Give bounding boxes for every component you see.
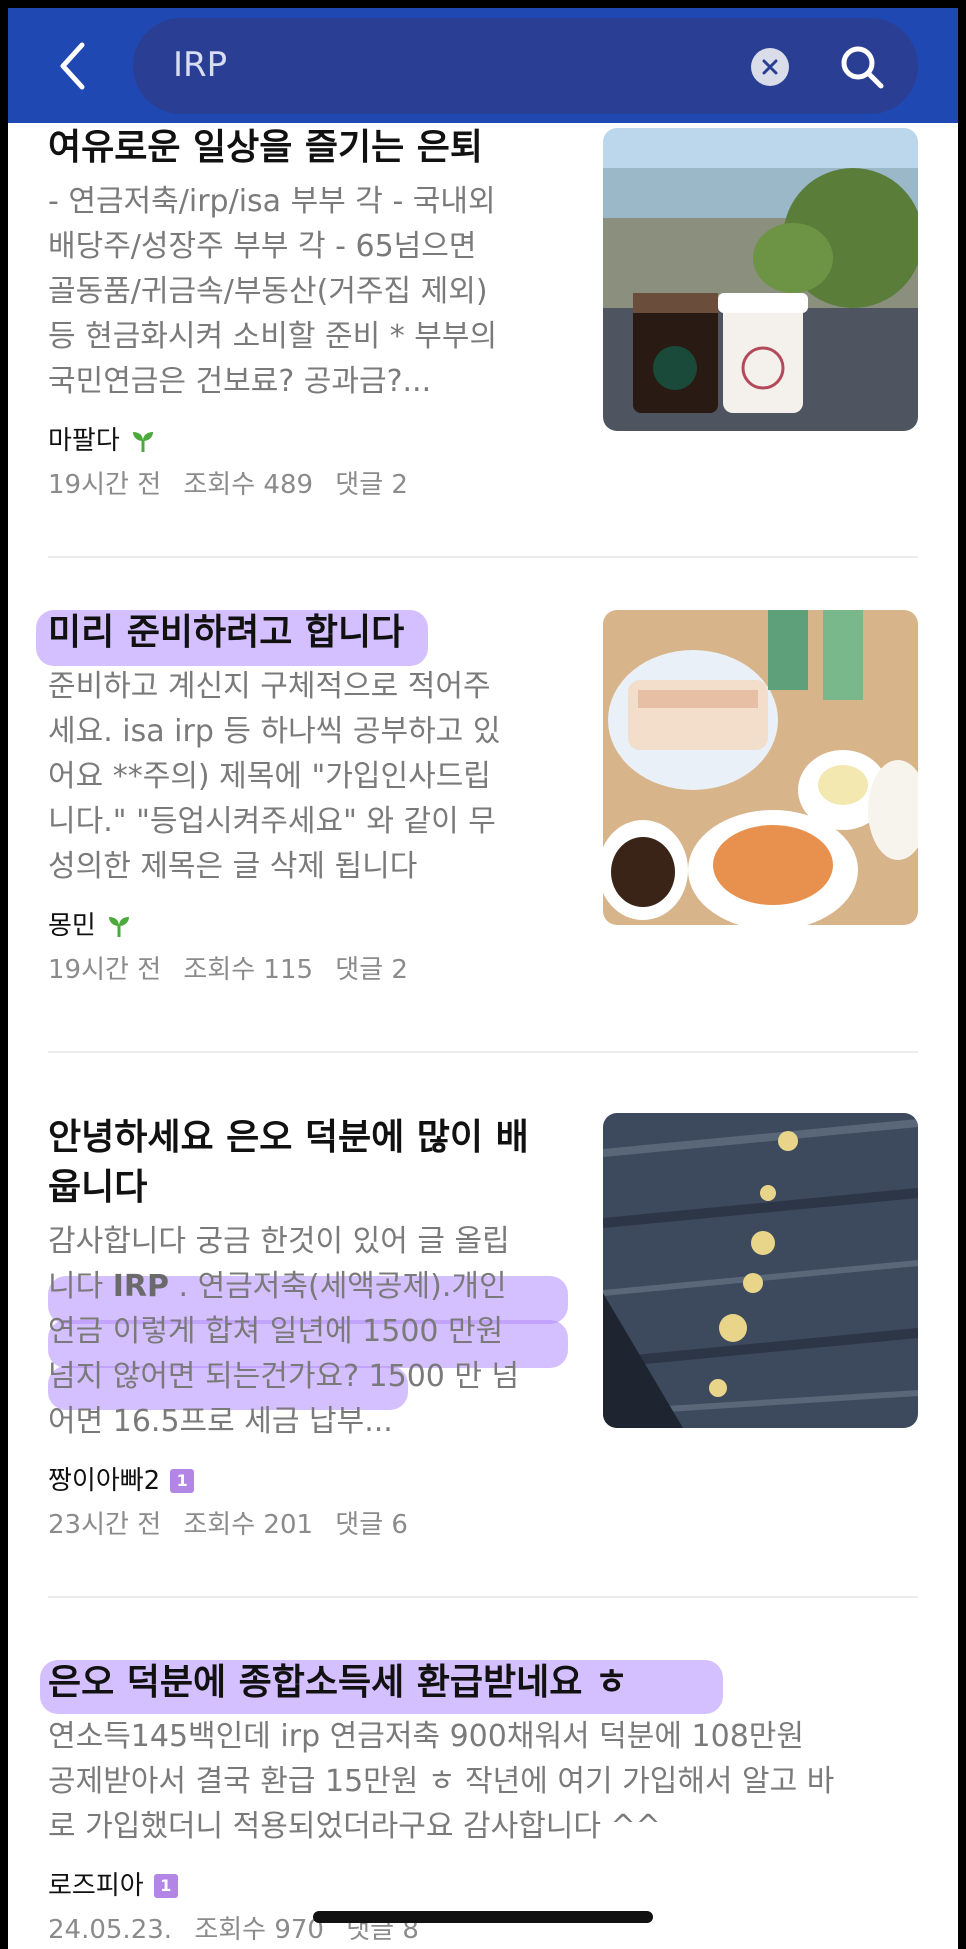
excerpt-line: 어면 16.5프로 세금 납부... <box>48 1404 393 1439</box>
author-name: 마팔다 <box>48 426 120 456</box>
sprout-icon <box>108 917 129 937</box>
search-input[interactable] <box>173 40 733 90</box>
excerpt-line: 니다." "등업시켜주세요" 와 같이 무 <box>48 804 496 839</box>
post-time: 19시간 전 <box>48 955 162 985</box>
excerpt-line: 준비하고 계신지 구체적으로 적어주 <box>48 669 491 704</box>
level-badge: 1 <box>153 1874 178 1898</box>
excerpt-line: 로 가입했더니 적용되었더라구요 감사합니다 ^^ <box>48 1809 661 1844</box>
post-meta: 19시간 전 조회수 489 댓글 2 <box>48 466 568 504</box>
close-icon <box>762 59 778 75</box>
post-thumbnail[interactable] <box>603 1113 918 1428</box>
post-title[interactable]: 미리 준비하려고 합니다 <box>48 608 568 658</box>
excerpt-line: 넘지 않어면 되는건가요? 1500 만 넘 <box>48 1359 520 1394</box>
post-comments: 댓글 2 <box>335 470 408 500</box>
post-views: 조회수 489 <box>183 470 314 500</box>
post-meta: 19시간 전 조회수 115 댓글 2 <box>48 951 568 989</box>
excerpt-fragment: 니다 <box>48 1269 113 1304</box>
excerpt-line: 등 현금화시켜 소비할 준비 * 부부의 <box>48 319 498 354</box>
post-title[interactable]: 안녕하세요 은오 덕분에 많이 배 웁니다 <box>48 1113 568 1213</box>
post-time: 19시간 전 <box>48 470 162 500</box>
chevron-left-icon <box>60 42 85 90</box>
cafe-coffee-photo <box>603 128 918 431</box>
excerpt-fragment: . 연금저축(세액공제).개인 <box>169 1269 507 1304</box>
post-views: 조회수 201 <box>183 1510 314 1540</box>
post-time: 23시간 전 <box>48 1510 162 1540</box>
post-excerpt: 준비하고 계신지 구체적으로 적어주 세요. isa irp 등 하나씩 공부하… <box>48 664 568 889</box>
excerpt-line: 연소득145백인데 irp 연금저축 900채워서 덕분에 108만원 <box>48 1719 804 1754</box>
post-comments: 댓글 6 <box>335 1510 408 1540</box>
post-title[interactable]: 은오 덕분에 종합소득세 환급받네요 ㅎ <box>48 1658 928 1708</box>
author-name: 로즈피아 <box>48 1871 144 1901</box>
divider <box>48 556 918 558</box>
title-line: 웁니다 <box>48 1167 148 1208</box>
excerpt-line: 연금 이렇게 합쳐 일년에 1500 만원 <box>48 1314 504 1349</box>
post-author: 몽민 <box>48 907 568 945</box>
post-excerpt: 감사합니다 궁금 한것이 있어 글 올립 니다 IRP . 연금저축(세액공제)… <box>48 1219 568 1444</box>
divider <box>48 1051 918 1053</box>
post-author: 마팔다 <box>48 422 568 460</box>
post-comments: 댓글 2 <box>335 955 408 985</box>
post-excerpt: - 연금저축/irp/isa 부부 각 - 국내외 배당주/성장주 부부 각 -… <box>48 179 568 404</box>
post-thumbnail[interactable] <box>603 128 918 431</box>
korean-food-table-photo <box>603 610 918 925</box>
excerpt-line: 어요 **주의) 제목에 "가입인사드립 <box>48 759 491 794</box>
excerpt-line: 배당주/성장주 부부 각 - 65넘으면 <box>48 229 477 264</box>
post-views: 조회수 970 <box>194 1915 324 1945</box>
title-line: 안녕하세요 은오 덕분에 많이 배 <box>48 1117 529 1158</box>
app-screen: 여유로운 일상을 즐기는 은퇴 - 연금저축/irp/isa 부부 각 - 국내… <box>8 8 958 1949</box>
excerpt-line: 골동품/귀금속/부동산(거주집 제외) <box>48 274 488 309</box>
post-views: 조회수 115 <box>183 955 314 985</box>
keyword-highlight: IRP <box>112 1269 169 1304</box>
author-name: 짱이아빠2 <box>48 1466 161 1496</box>
search-icon <box>841 46 884 89</box>
excerpt-line: 국민연금은 건보료? 공과금?... <box>48 364 432 399</box>
excerpt-line: 공제받아서 결국 환급 15만원 ㅎ 작년에 여기 가입해서 알고 바 <box>48 1764 835 1799</box>
clear-search-button[interactable] <box>751 48 789 86</box>
author-name: 몽민 <box>48 911 96 941</box>
search-header <box>8 8 958 123</box>
post-meta: 23시간 전 조회수 201 댓글 6 <box>48 1506 568 1544</box>
back-button[interactable] <box>48 36 98 96</box>
divider <box>48 1596 918 1598</box>
excerpt-line: - 연금저축/irp/isa 부부 각 - 국내외 <box>48 184 496 219</box>
post-excerpt: 연소득145백인데 irp 연금저축 900채워서 덕분에 108만원 공제받아… <box>48 1714 928 1849</box>
post-author: 로즈피아 1 <box>48 1867 928 1905</box>
post-time: 24.05.23. <box>48 1915 173 1945</box>
excerpt-line: 니다 IRP . 연금저축(세액공제).개인 <box>48 1264 568 1309</box>
sprout-icon <box>132 432 153 452</box>
wooden-bench-photo <box>603 1113 918 1428</box>
search-submit-button[interactable] <box>833 38 891 96</box>
level-badge: 1 <box>170 1469 195 1493</box>
search-box <box>133 18 918 114</box>
home-indicator <box>313 1911 653 1923</box>
post-title[interactable]: 여유로운 일상을 즐기는 은퇴 <box>48 123 568 173</box>
post-author: 짱이아빠2 1 <box>48 1462 568 1500</box>
post-thumbnail[interactable] <box>603 610 918 925</box>
excerpt-line: 세요. isa irp 등 하나씩 공부하고 있 <box>48 714 501 749</box>
excerpt-line: 성의한 제목은 글 삭제 됩니다 <box>48 849 418 884</box>
excerpt-line: 감사합니다 궁금 한것이 있어 글 올립 <box>48 1224 510 1259</box>
